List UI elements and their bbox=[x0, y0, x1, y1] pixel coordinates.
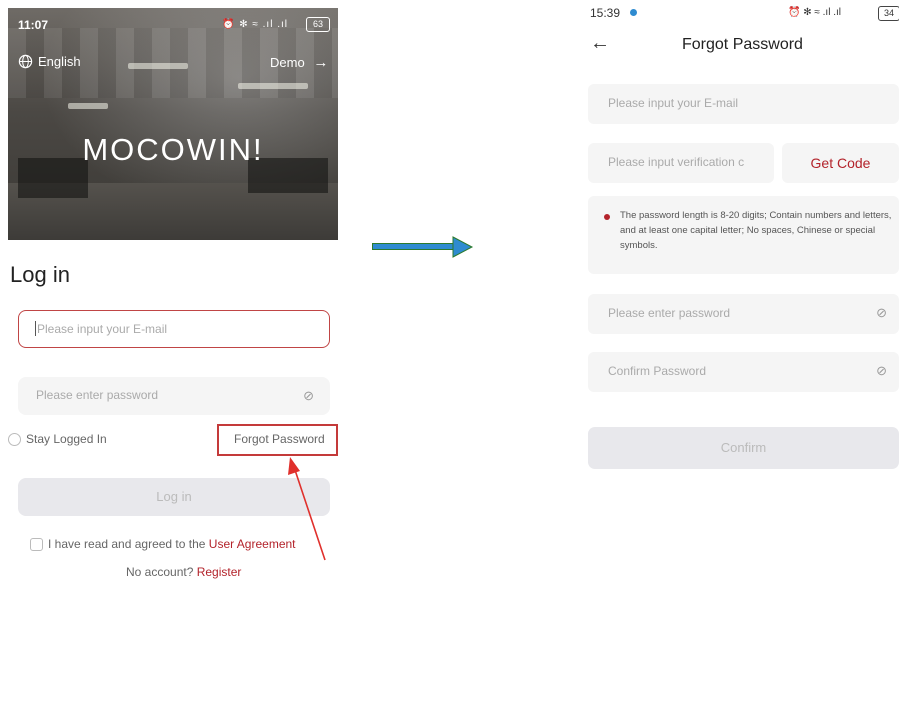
stay-logged-in-radio[interactable] bbox=[8, 433, 21, 446]
agreement-row: I have read and agreed to the User Agree… bbox=[48, 537, 296, 551]
confirm-password-field[interactable]: Confirm Password ⊘ bbox=[588, 352, 899, 392]
arrow-right-icon: → bbox=[313, 54, 329, 71]
register-link[interactable]: Register bbox=[197, 565, 242, 579]
transition-arrow bbox=[372, 243, 454, 250]
status-time: 11:07 bbox=[18, 18, 49, 32]
email-placeholder: Please input your E-mail bbox=[34, 321, 168, 336]
eye-hidden-icon[interactable]: ⊘ bbox=[303, 388, 314, 404]
demo-label: Demo bbox=[270, 55, 305, 70]
page-title: Forgot Password bbox=[682, 36, 803, 53]
password-hint: The password length is 8-20 digits; Cont… bbox=[620, 210, 892, 251]
status-dot-icon bbox=[630, 9, 637, 16]
page-title: Log in bbox=[10, 262, 70, 287]
confirm-button[interactable]: Confirm bbox=[588, 427, 899, 469]
transition-arrow-head bbox=[452, 236, 474, 258]
back-arrow-icon[interactable]: ← bbox=[590, 32, 610, 55]
ceiling-light bbox=[238, 83, 308, 89]
ceiling-light bbox=[128, 63, 188, 69]
password-field[interactable]: Please enter password ⊘ bbox=[18, 377, 330, 415]
demo-link[interactable]: Demo → bbox=[270, 54, 328, 71]
language-selector[interactable]: English bbox=[18, 54, 81, 69]
battery-icon: 34 bbox=[878, 6, 899, 21]
get-code-button[interactable]: Get Code bbox=[782, 143, 899, 183]
verification-code-field[interactable]: Please input verification c bbox=[588, 143, 774, 183]
password-field[interactable]: Please enter password ⊘ bbox=[588, 294, 899, 334]
stay-logged-in-label: Stay Logged In bbox=[26, 432, 107, 446]
status-icons: ⏰ ✻ ≈ .ıl .ıl bbox=[788, 7, 841, 18]
brand-logo: MOCOWIN! bbox=[82, 132, 264, 167]
password-placeholder: Please enter password bbox=[608, 306, 731, 320]
password-placeholder: Please enter password bbox=[36, 388, 159, 402]
globe-icon bbox=[18, 54, 33, 69]
email-placeholder: Please input your E-mail bbox=[608, 96, 739, 110]
email-field[interactable]: Please input your E-mail bbox=[588, 84, 899, 124]
annotation-red-arrow bbox=[288, 457, 326, 561]
login-screen: 11:07 ⏰ ✻ ≈ .ıl .ıl 63 English Demo → MO… bbox=[8, 8, 338, 708]
no-account-text: No account? bbox=[126, 565, 197, 579]
forgot-password-link[interactable]: Forgot Password bbox=[234, 432, 325, 446]
battery-icon: 63 bbox=[306, 17, 330, 32]
eye-hidden-icon[interactable]: ⊘ bbox=[876, 363, 887, 379]
hero-banner: 11:07 ⏰ ✻ ≈ .ıl .ıl 63 English Demo → MO… bbox=[8, 8, 338, 240]
language-label: English bbox=[38, 54, 81, 69]
code-placeholder: Please input verification c bbox=[608, 155, 745, 169]
eye-hidden-icon[interactable]: ⊘ bbox=[876, 305, 887, 321]
register-row: No account? Register bbox=[126, 565, 241, 579]
password-hint-box: The password length is 8-20 digits; Cont… bbox=[588, 196, 899, 274]
ceiling-light bbox=[68, 103, 108, 109]
agreement-checkbox[interactable] bbox=[30, 538, 43, 551]
status-icons: ⏰ ✻ ≈ .ıl .ıl bbox=[222, 19, 288, 30]
confirm-placeholder: Confirm Password bbox=[608, 364, 707, 378]
status-time: 15:39 bbox=[590, 6, 621, 20]
forgot-password-screen: 15:39 ⏰ ✻ ≈ .ıl .ıl 34 ← Forgot Password… bbox=[582, 0, 899, 708]
bullet-icon bbox=[604, 214, 610, 220]
agreement-text: I have read and agreed to the bbox=[48, 537, 209, 551]
email-field[interactable]: Please input your E-mail bbox=[18, 310, 330, 348]
